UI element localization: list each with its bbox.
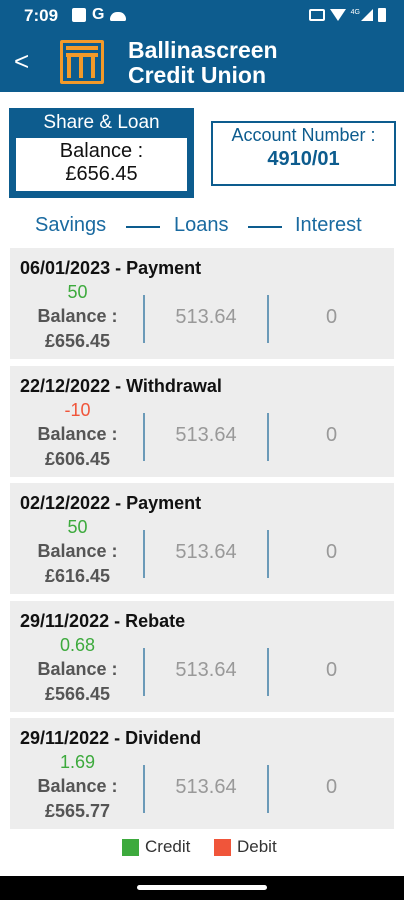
transaction-amount: 0.68 [59, 634, 96, 655]
debit-legend-label: Debit [237, 837, 277, 856]
notification-icon [72, 8, 86, 22]
transaction-interest-value: 0 [325, 658, 338, 681]
app-title: Ballinascreen Credit Union [128, 38, 278, 88]
transaction-loans-value: 513.64 [175, 776, 237, 798]
transaction-row[interactable]: 06/01/2023 - Payment 50 Balance : £656.4… [10, 248, 394, 359]
battery-icon [378, 8, 386, 22]
app-title-line1: Ballinascreen [128, 37, 278, 63]
transaction-header: 29/11/2022 - Rebate [20, 610, 186, 631]
status-bar: 7:09 G 4G [0, 0, 404, 32]
status-system-icons: 4G [308, 8, 386, 22]
transaction-amount: -10 [64, 399, 91, 420]
column-savings: Savings [35, 214, 107, 236]
transaction-balance-value: £616.45 [44, 566, 111, 586]
transaction-header: 22/12/2022 - Withdrawal [20, 375, 222, 396]
share-loan-title: Share & Loan [43, 112, 160, 133]
transaction-header: 02/12/2022 - Payment [20, 493, 202, 513]
transaction-interest-value: 0 [325, 306, 338, 328]
signal-icon [361, 9, 373, 21]
transaction-balance-value: £606.45 [44, 448, 111, 469]
account-number-label: Account Number : [231, 125, 376, 145]
network-type-label: 4G [350, 8, 360, 16]
transaction-balance-label: Balance : [37, 423, 118, 444]
transaction-list: 06/01/2023 - Payment 50 Balance : £656.4… [10, 248, 394, 836]
transaction-interest-value: 0 [325, 776, 338, 798]
system-navigation-bar [0, 876, 404, 900]
account-number-card: Account Number : 4910/01 [211, 121, 396, 186]
column-interest: Interest [295, 214, 362, 236]
transaction-row[interactable]: 02/12/2022 - Payment 50 Balance : £616.4… [10, 483, 394, 594]
transaction-interest-value: 0 [325, 423, 338, 446]
transaction-interest-value: 0 [325, 541, 338, 563]
account-number-value: 4910/01 [267, 148, 340, 170]
transaction-amount: 50 [67, 282, 88, 302]
status-time: 7:09 [24, 6, 59, 25]
app-title-line2: Credit Union [128, 62, 266, 88]
transaction-balance-value: £565.77 [44, 801, 111, 821]
google-icon: G [92, 6, 105, 23]
transaction-row[interactable]: 22/12/2022 - Withdrawal -10 Balance : £6… [10, 365, 394, 477]
transaction-loans-value: 513.64 [175, 541, 237, 563]
transaction-row[interactable]: 29/11/2022 - Rebate 0.68 Balance : £566.… [10, 600, 394, 712]
wifi-icon [329, 9, 346, 21]
transaction-loans-value: 513.64 [175, 306, 237, 328]
transaction-balance-label: Balance : [37, 541, 118, 561]
column-separator [248, 226, 282, 228]
transaction-amount: 50 [67, 517, 88, 537]
transaction-header: 06/01/2023 - Payment [20, 258, 202, 278]
transaction-loans-value: 513.64 [175, 658, 237, 681]
credit-legend-swatch [122, 839, 139, 856]
transaction-loans-value: 513.64 [175, 423, 237, 446]
share-balance-box: Balance : £656.45 [16, 138, 187, 191]
credit-union-logo-icon [60, 40, 104, 84]
column-headers: Savings Loans Interest [0, 212, 404, 242]
legend: Credit Debit [0, 836, 404, 858]
transaction-balance-value: £566.45 [44, 683, 111, 704]
transaction-amount: 1.69 [59, 752, 96, 772]
column-separator [126, 226, 160, 228]
debit-legend-swatch [214, 839, 231, 856]
back-button[interactable]: < [14, 46, 38, 76]
cast-icon [308, 9, 325, 21]
column-loans: Loans [174, 214, 229, 236]
transaction-header: 29/11/2022 - Dividend [20, 728, 202, 748]
app-header: < Ballinascreen Credit Union [0, 32, 404, 92]
cloud-icon [110, 12, 127, 21]
share-balance-value: £656.45 [65, 163, 138, 185]
transaction-balance-label: Balance : [37, 776, 118, 796]
transaction-balance-label: Balance : [37, 658, 118, 679]
home-gesture-handle[interactable] [137, 885, 267, 890]
status-notification-icons: G [72, 6, 127, 23]
credit-legend-label: Credit [145, 837, 191, 856]
share-balance-label: Balance : [59, 140, 144, 162]
share-loan-card: Share & Loan Balance : £656.45 [9, 108, 194, 198]
transaction-balance-value: £656.45 [44, 331, 111, 351]
transaction-balance-label: Balance : [37, 306, 118, 326]
transaction-row[interactable]: 29/11/2022 - Dividend 1.69 Balance : £56… [10, 718, 394, 829]
